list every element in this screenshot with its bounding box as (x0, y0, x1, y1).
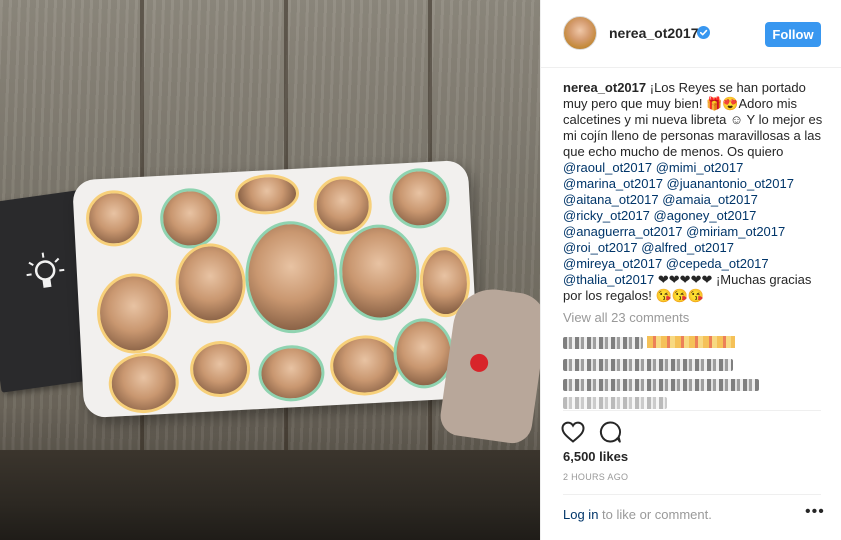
pillow-face (242, 218, 341, 336)
pillow-face (84, 188, 144, 248)
avatar[interactable] (563, 16, 597, 50)
divider (563, 410, 821, 411)
likes-count[interactable]: 6,500 likes (563, 449, 628, 464)
pillow-face (173, 241, 248, 326)
more-options-icon[interactable]: ••• (805, 503, 825, 521)
pillow-face (188, 339, 252, 399)
mention-line[interactable]: @raoul_ot2017 @mimi_ot2017 (563, 160, 825, 176)
pillow-face (328, 333, 402, 398)
post-header: nerea_ot2017 Follow (541, 0, 841, 68)
blurred-comment (563, 379, 759, 391)
pillow-face (158, 186, 222, 250)
login-prompt: Log in to like or comment. (563, 507, 712, 522)
post-photo[interactable] (0, 0, 540, 540)
lightbulb-icon (26, 252, 65, 288)
header-username[interactable]: nerea_ot2017 (609, 25, 699, 41)
login-prompt-text: to like or comment. (598, 507, 712, 522)
comment-bubble-icon[interactable] (598, 420, 622, 444)
pillow-face (107, 351, 181, 415)
mention-line[interactable]: @anaguerra_ot2017 @miriam_ot2017 (563, 224, 825, 240)
view-all-comments-link[interactable]: View all 23 comments (563, 310, 689, 325)
verified-badge-icon (697, 26, 710, 39)
heart-outline-icon[interactable] (561, 421, 585, 443)
post-caption: nerea_ot2017 ¡Los Reyes se han portado m… (563, 80, 825, 304)
blurred-comment (563, 359, 733, 371)
photo-collage-pillow (72, 159, 480, 419)
follow-button[interactable]: Follow (765, 22, 821, 47)
pillow-face (95, 271, 174, 356)
login-link[interactable]: Log in (563, 507, 598, 522)
pillow-face (387, 166, 451, 230)
mention-line[interactable]: @ricky_ot2017 @agoney_ot2017 (563, 208, 825, 224)
sock-red-nose (468, 352, 490, 374)
blurred-comment (563, 337, 643, 349)
mention-line[interactable]: @marina_ot2017 @juanantonio_ot2017 (563, 176, 825, 192)
post-sidebar: nerea_ot2017 Follow nerea_ot2017 ¡Los Re… (540, 0, 841, 540)
pillow-face (257, 343, 326, 403)
mention-line[interactable]: @roi_ot2017 @alfred_ot2017 (563, 240, 825, 256)
dark-floor (0, 450, 540, 540)
blurred-comment (563, 397, 667, 409)
pillow-face (336, 222, 422, 323)
mention-line[interactable]: @aitana_ot2017 @amaia_ot2017 (563, 192, 825, 208)
blurred-comment-emoji (647, 336, 735, 348)
caption-username[interactable]: nerea_ot2017 (563, 80, 646, 95)
pillow-face (234, 172, 301, 216)
divider (563, 494, 821, 495)
post-timestamp: 2 HOURS AGO (563, 472, 629, 482)
mention-last[interactable]: @thalia_ot2017 (563, 272, 654, 287)
mention-line[interactable]: @mireya_ot2017 @cepeda_ot2017 (563, 256, 825, 272)
